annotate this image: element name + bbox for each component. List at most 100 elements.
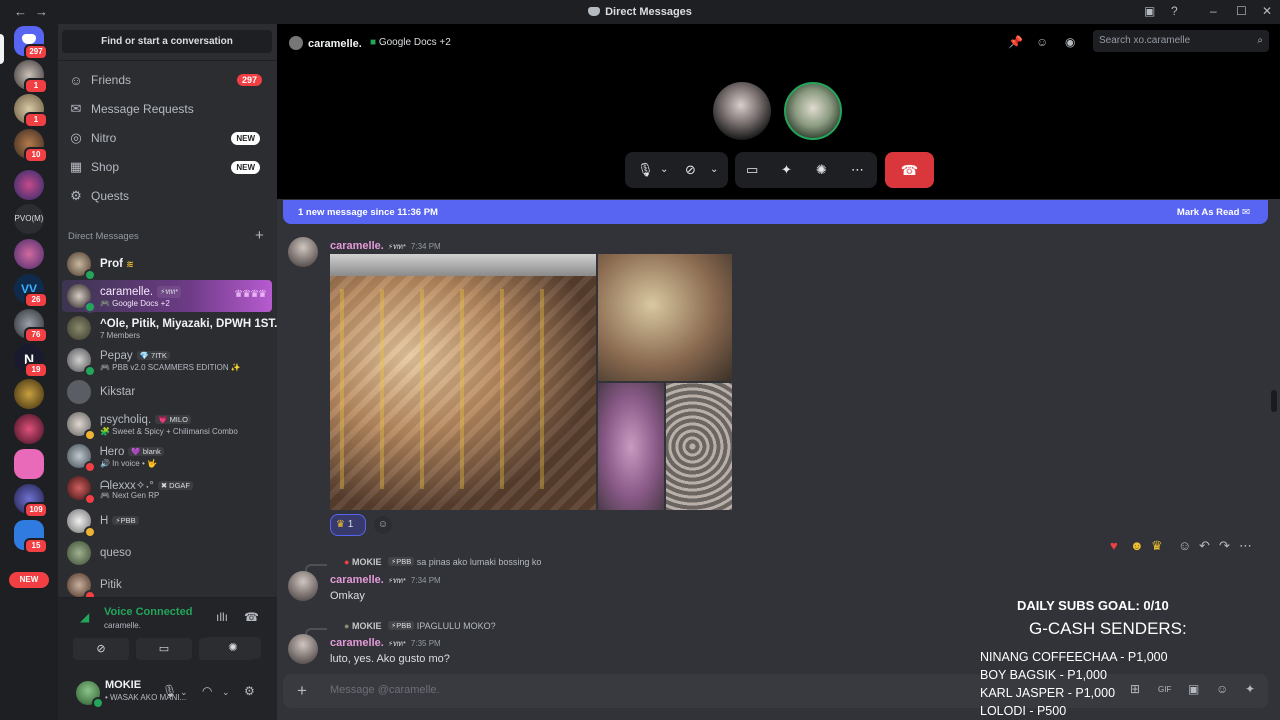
dm-avatar-2[interactable]: 1 <box>14 94 48 128</box>
reply-icon[interactable]: ↶ <box>1199 538 1210 554</box>
nav-quests[interactable]: ⚙ Quests <box>62 183 272 209</box>
scrollbar[interactable] <box>1271 390 1277 412</box>
noise-suppression-icon[interactable]: ıllı <box>216 610 228 624</box>
nav-shop[interactable]: ▦ Shop NEW <box>62 154 272 180</box>
nav-friends[interactable]: ☺ Friends 297 <box>62 67 272 93</box>
help-icon[interactable]: ? <box>1171 4 1178 18</box>
chevron-down-icon[interactable]: ⌄ <box>710 164 718 175</box>
user-profile-icon[interactable]: ◉ <box>1065 35 1075 49</box>
nav-message-requests[interactable]: ✉ Message Requests <box>62 96 272 122</box>
message-avatar[interactable] <box>288 634 318 664</box>
dm-item[interactable]: Kikstar <box>62 376 272 408</box>
username[interactable]: MOKIE <box>105 679 141 691</box>
dm-item[interactable]: Pepay 💎 7ITK 🎮 PBB v2.0 SCAMMERS EDITION … <box>62 344 272 377</box>
screen-share-button[interactable]: ▭ <box>136 638 192 660</box>
attachment-image-market[interactable] <box>598 254 732 381</box>
nav-nitro[interactable]: ◎ Nitro NEW <box>62 125 272 151</box>
new-messages-banner[interactable]: 1 new message since 11:36 PM Mark As Rea… <box>283 200 1268 224</box>
minimize-button[interactable]: – <box>1210 4 1217 18</box>
author-name[interactable]: caramelle. <box>330 574 384 586</box>
activities-icon[interactable]: ✦ <box>781 162 792 178</box>
maximize-button[interactable]: ☐ <box>1236 4 1247 18</box>
add-reaction-icon[interactable]: ☺ <box>1178 538 1191 553</box>
server-icon-3[interactable]: VV 26 <box>14 274 48 308</box>
pin-icon[interactable]: 📌 <box>1008 35 1023 49</box>
forward-icon[interactable]: ↷ <box>1219 538 1230 554</box>
dm-item-active[interactable]: caramelle. ⚡ทท* 🎮 Google Docs +2 ♛♛♛♛ <box>62 280 272 313</box>
dm-avatar-1[interactable]: 1 <box>14 60 48 94</box>
apps-icon[interactable]: ✦ <box>1245 682 1255 696</box>
home-button[interactable]: 297 <box>14 26 48 60</box>
soundboard-button[interactable]: ✺ <box>205 637 261 659</box>
camera-off-button[interactable]: ⊘ <box>73 638 129 660</box>
heart-reaction-icon[interactable]: ♥ <box>1110 538 1118 553</box>
gif-icon[interactable]: GIF <box>1158 685 1171 694</box>
server-icon-7[interactable] <box>14 414 44 444</box>
laugh-reaction-icon[interactable]: ☻ <box>1130 538 1144 553</box>
settings-icon[interactable]: ⚙ <box>244 684 255 698</box>
screen-share-icon[interactable]: ▭ <box>746 162 758 178</box>
more-icon[interactable]: ⋯ <box>1239 538 1252 554</box>
add-reaction-button[interactable]: ☺ <box>374 516 392 534</box>
search-input[interactable]: Search xo.caramelle ⌕ <box>1093 30 1269 52</box>
message-avatar[interactable] <box>288 571 318 601</box>
emoji-icon[interactable]: ☺ <box>1216 682 1228 696</box>
reply-preview[interactable]: ● MOKIE ⚡PBB IPAGLULU MOKO? <box>344 621 496 631</box>
close-button[interactable]: ✕ <box>1262 4 1272 18</box>
attachment-image-shrimp[interactable] <box>666 383 732 510</box>
voice-channel[interactable]: caramelle. <box>104 621 141 630</box>
dm-name: ^Ole, Pitik, Miyazaki, DPWH 1ST... <box>100 318 284 330</box>
dm-item[interactable]: queso <box>62 537 272 569</box>
message-composer[interactable]: + Message @caramelle. <box>283 674 1268 708</box>
reaction-pill[interactable]: ♛ 1 <box>330 514 366 536</box>
reply-preview[interactable]: ● MOKIE ⚡PBB sa pinas ako lumaki bossing… <box>344 557 541 567</box>
dm-avatar-3[interactable]: 10 <box>14 129 48 163</box>
soundboard-icon[interactable]: ✺ <box>816 162 827 178</box>
server-icon-2[interactable] <box>14 239 44 269</box>
server-icon-4[interactable]: 76 <box>14 309 48 343</box>
crown-reaction-icon[interactable]: ♛ <box>1151 538 1163 554</box>
headphones-icon[interactable]: ◠ <box>202 684 212 698</box>
create-dm-icon[interactable]: + <box>255 227 264 244</box>
more-icon[interactable]: ⋯ <box>851 162 864 178</box>
chevron-down-icon[interactable]: ⌄ <box>180 687 188 698</box>
microphone-icon[interactable]: 🎙 <box>162 684 177 698</box>
upload-plus-icon[interactable]: + <box>297 681 307 701</box>
participant-avatar[interactable] <box>713 82 771 140</box>
server-icon-6[interactable] <box>14 379 44 409</box>
server-icon-10[interactable]: 15 <box>14 520 48 554</box>
emoji-icon: ☺ <box>377 519 389 530</box>
dm-item[interactable]: Prof ≋ <box>62 248 272 281</box>
inbox-icon[interactable]: ▣ <box>1144 4 1155 18</box>
server-icon-9[interactable]: 109 <box>14 484 48 518</box>
chevron-down-icon[interactable]: ⌄ <box>222 687 230 698</box>
microphone-icon[interactable]: 🎙 <box>637 162 654 178</box>
message-avatar[interactable] <box>288 237 318 267</box>
dm-item[interactable]: Ꮋero 💜 blank 🔊 In voice • 🤟 <box>62 440 272 473</box>
dm-item[interactable]: ^Ole, Pitik, Miyazaki, DPWH 1ST... 7 Mem… <box>62 312 284 344</box>
author-name[interactable]: caramelle. <box>330 240 384 252</box>
gift-icon[interactable]: ⊞ <box>1130 682 1140 696</box>
attachment-image-onions[interactable] <box>598 383 664 510</box>
dm-item[interactable]: psycholiq. 💗 MILO 🧩 Sweet & Spicy + Chili… <box>62 408 272 441</box>
dm-item[interactable]: ᗩlexxx✧˖° ✖ DGAF 🎮 Next Gen RP <box>62 472 272 505</box>
sticker-icon[interactable]: ▣ <box>1188 682 1199 696</box>
end-call-button[interactable]: ☎ <box>885 152 934 188</box>
server-icon-1[interactable] <box>14 170 44 200</box>
new-unreads-badge[interactable]: NEW <box>9 572 49 588</box>
server-icon-5[interactable]: N 19 <box>14 344 48 378</box>
author-name[interactable]: caramelle. <box>330 637 384 649</box>
server-icon-pvo[interactable]: PVO(M) <box>14 204 44 234</box>
chevron-down-icon[interactable]: ⌄ <box>660 164 668 175</box>
message-input[interactable]: Message @caramelle. <box>330 684 440 696</box>
add-friend-icon[interactable]: ☺ <box>1036 35 1048 49</box>
disconnect-icon[interactable]: ☎ <box>244 610 259 624</box>
attachment-image-meat[interactable] <box>330 254 596 510</box>
server-icon-8[interactable] <box>14 449 44 479</box>
participant-avatar-speaking[interactable] <box>784 82 842 140</box>
mark-as-read-button[interactable]: Mark As Read ✉ <box>1177 207 1250 218</box>
camera-off-icon[interactable]: ⊘ <box>685 162 696 178</box>
dm-item[interactable]: H ⚡PBB <box>62 505 272 538</box>
find-conversation-button[interactable]: Find or start a conversation <box>62 30 272 53</box>
message-header: caramelle. ⚡ทท* 7:35 PM <box>330 637 441 650</box>
